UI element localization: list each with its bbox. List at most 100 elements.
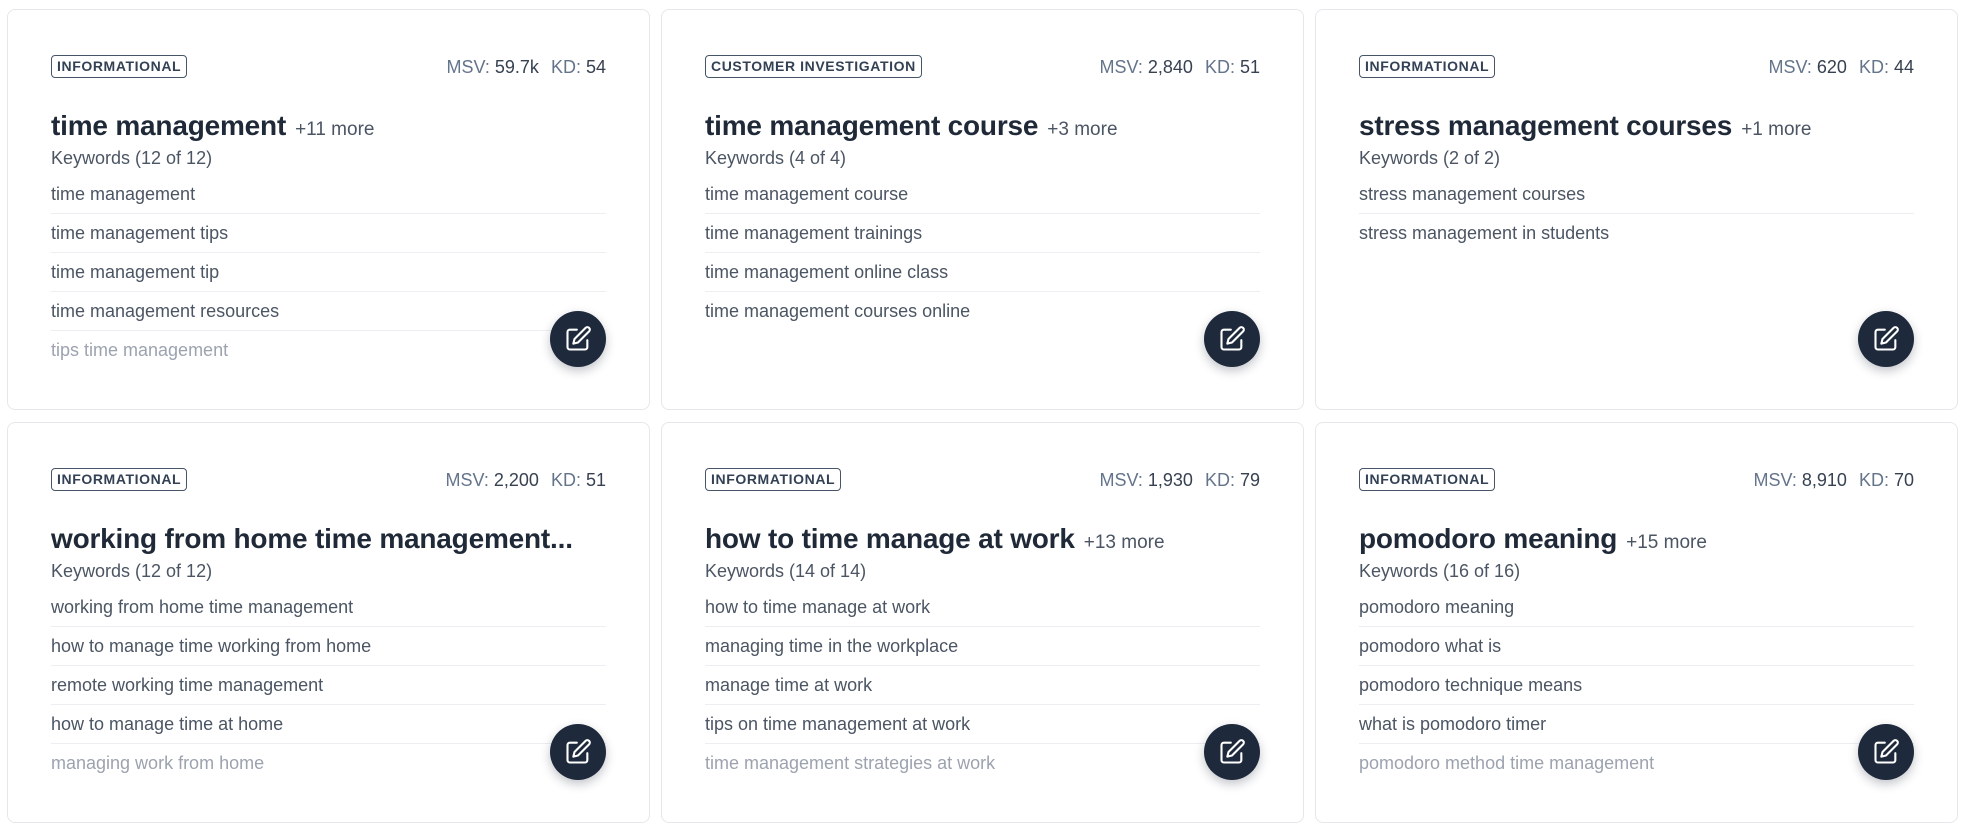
cluster-title: time management course [705, 110, 1039, 141]
keywords-summary: Keywords (16 of 16) [1359, 561, 1521, 581]
edit-button[interactable] [1204, 311, 1260, 367]
msv-value: 8,910 [1801, 470, 1847, 490]
cluster-card[interactable]: CUSTOMER INVESTIGATION MSV: 2,840 KD: 51 … [661, 9, 1304, 410]
keyword-list: time management course time management t… [705, 175, 1260, 331]
keyword-item: stress management courses [1359, 175, 1914, 214]
keyword-item: time management tips [51, 214, 606, 253]
keyword-list: working from home time management how to… [51, 588, 606, 783]
edit-button[interactable] [1858, 311, 1914, 367]
metrics: MSV: 2,200 KD: 51 [446, 469, 606, 491]
cluster-title: stress management courses [1359, 110, 1733, 141]
keyword-item: tips time management [51, 340, 229, 360]
keyword-item: time management courses online [705, 301, 971, 321]
intent-badge: INFORMATIONAL [51, 468, 188, 491]
kd-label: KD: [550, 57, 581, 77]
kd-value: 51 [585, 470, 606, 490]
keyword-item: working from home time management [51, 588, 606, 627]
keyword-item: how to manage time working from home [51, 627, 606, 666]
title-row: time management course +3 more [705, 109, 1260, 143]
msv-label: MSV: [1099, 470, 1143, 490]
title-row: working from home time management... [51, 522, 606, 556]
cluster-card[interactable]: INFORMATIONAL MSV: 620 KD: 44 stress mana… [1315, 9, 1958, 410]
cluster-grid: INFORMATIONAL MSV: 59.7k KD: 54 time mana… [7, 9, 1958, 823]
edit-button[interactable] [550, 724, 606, 780]
metrics: MSV: 620 KD: 44 [1769, 56, 1914, 78]
pencil-square-icon [1220, 326, 1245, 351]
keywords-summary: Keywords (12 of 12) [51, 561, 213, 581]
pencil-square-icon [566, 739, 591, 764]
cluster-card[interactable]: INFORMATIONAL MSV: 59.7k KD: 54 time mana… [7, 9, 650, 410]
kd-value: 51 [1239, 57, 1260, 77]
keyword-item: time management strategies at work [705, 753, 996, 773]
keyword-item: how to time manage at work [705, 588, 1260, 627]
intent-badge: CUSTOMER INVESTIGATION [705, 55, 922, 78]
kd-value: 70 [1893, 470, 1914, 490]
keyword-item: tips on time management at work [705, 705, 1260, 744]
cluster-card[interactable]: INFORMATIONAL MSV: 2,200 KD: 51 working f… [7, 422, 650, 823]
keyword-item: managing work from home [51, 753, 265, 773]
pencil-square-icon [1874, 739, 1899, 764]
pencil-square-icon [1874, 326, 1899, 351]
edit-button[interactable] [550, 311, 606, 367]
metrics: MSV: 2,840 KD: 51 [1100, 56, 1260, 78]
msv-label: MSV: [1768, 57, 1812, 77]
keyword-item: what is pomodoro timer [1359, 705, 1914, 744]
keyword-item: time management resources [51, 292, 606, 331]
metrics: MSV: 1,930 KD: 79 [1100, 469, 1260, 491]
metrics: MSV: 8,910 KD: 70 [1754, 469, 1914, 491]
keywords-summary: Keywords (14 of 14) [705, 561, 867, 581]
more-count: +13 more [1083, 532, 1165, 553]
cluster-title: how to time manage at work [705, 523, 1075, 554]
pencil-square-icon [566, 326, 591, 351]
intent-badge: INFORMATIONAL [705, 468, 842, 491]
keyword-item: time management tip [51, 253, 606, 292]
msv-label: MSV: [446, 57, 490, 77]
cluster-title: time management [51, 110, 287, 141]
kd-label: KD: [1858, 57, 1889, 77]
keywords-summary: Keywords (2 of 2) [1359, 148, 1501, 168]
keyword-list: time management time management tips tim… [51, 175, 606, 370]
more-count: +15 more [1626, 532, 1707, 553]
cluster-card[interactable]: INFORMATIONAL MSV: 1,930 KD: 79 how to ti… [661, 422, 1304, 823]
keyword-list: pomodoro meaning pomodoro what is pomodo… [1359, 588, 1914, 783]
msv-value: 59.7k [494, 57, 539, 77]
keyword-list: how to time manage at work managing time… [705, 588, 1260, 783]
keyword-item: pomodoro technique means [1359, 666, 1914, 705]
cluster-card[interactable]: INFORMATIONAL MSV: 8,910 KD: 70 pomodoro … [1315, 422, 1958, 823]
cluster-title: working from home time management... [51, 523, 573, 554]
keyword-item: manage time at work [705, 666, 1260, 705]
kd-label: KD: [1204, 470, 1235, 490]
more-count: +3 more [1047, 119, 1118, 140]
keyword-list: stress management courses stress managem… [1359, 175, 1914, 253]
keyword-item: pomodoro what is [1359, 627, 1914, 666]
kd-label: KD: [1858, 470, 1889, 490]
edit-button[interactable] [1858, 724, 1914, 780]
msv-label: MSV: [1099, 57, 1143, 77]
keyword-item: pomodoro method time management [1359, 753, 1655, 773]
msv-value: 1,930 [1147, 470, 1193, 490]
msv-value: 620 [1816, 57, 1847, 77]
more-count: +11 more [295, 119, 375, 140]
more-count: +1 more [1741, 119, 1812, 140]
title-row: time management +11 more [51, 109, 606, 143]
kd-label: KD: [550, 470, 581, 490]
keyword-item: time management [51, 175, 606, 214]
edit-button[interactable] [1204, 724, 1260, 780]
keyword-item: time management trainings [705, 214, 1260, 253]
kd-value: 54 [585, 57, 606, 77]
metrics: MSV: 59.7k KD: 54 [447, 56, 606, 78]
title-row: stress management courses +1 more [1359, 109, 1914, 143]
kd-value: 44 [1893, 57, 1914, 77]
msv-label: MSV: [445, 470, 489, 490]
keyword-item: pomodoro meaning [1359, 588, 1914, 627]
keyword-item: time management course [705, 175, 1260, 214]
kd-label: KD: [1204, 57, 1235, 77]
intent-badge: INFORMATIONAL [1359, 468, 1496, 491]
msv-label: MSV: [1753, 470, 1797, 490]
msv-value: 2,840 [1147, 57, 1193, 77]
intent-badge: INFORMATIONAL [1359, 55, 1496, 78]
keyword-item: remote working time management [51, 666, 606, 705]
title-row: how to time manage at work +13 more [705, 522, 1260, 556]
keywords-summary: Keywords (4 of 4) [705, 148, 847, 168]
keyword-item: managing time in the workplace [705, 627, 1260, 666]
